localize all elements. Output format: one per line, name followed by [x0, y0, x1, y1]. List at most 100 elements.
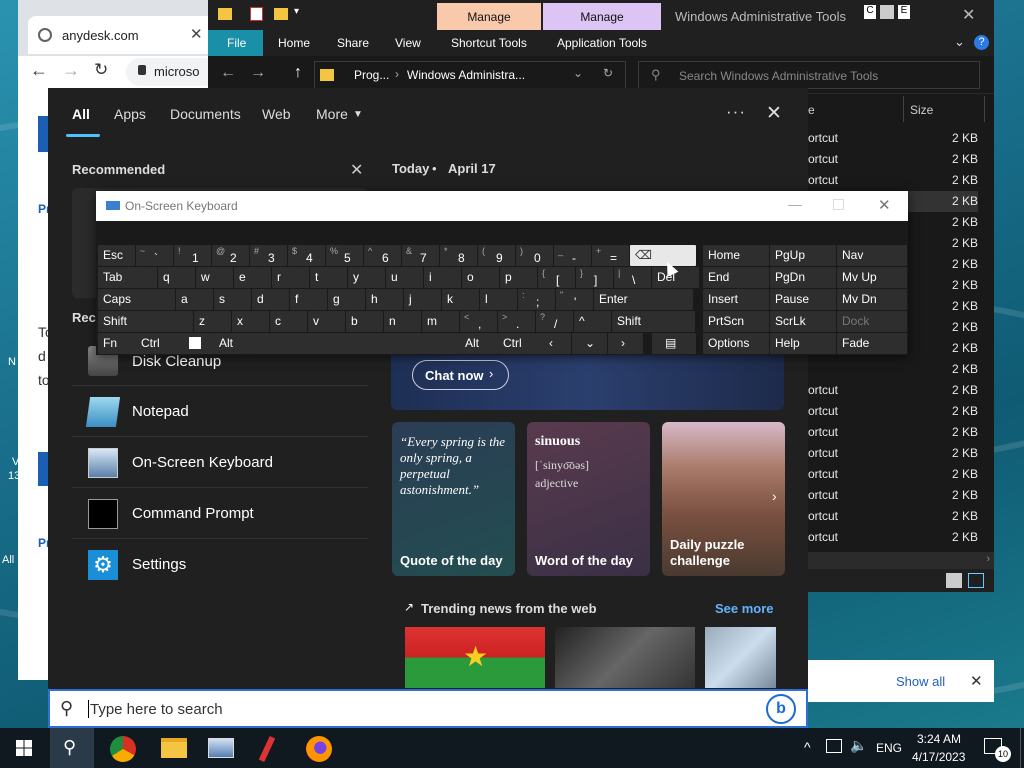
- minimize-button[interactable]: C: [864, 5, 876, 19]
- new-folder-icon[interactable]: [274, 8, 288, 20]
- manage-shortcut-tab[interactable]: Manage: [437, 3, 541, 30]
- osk-key[interactable]: :;: [518, 289, 555, 310]
- windows-key[interactable]: [180, 333, 214, 354]
- search-button[interactable]: ⚲: [50, 728, 94, 768]
- file-explorer-icon[interactable]: [161, 738, 187, 758]
- address-bar[interactable]: Prog... › Windows Administra... ⌄ ↻: [314, 61, 626, 89]
- osk-key[interactable]: b: [346, 311, 383, 332]
- close-icon[interactable]: ✕: [962, 5, 975, 25]
- osk-key[interactable]: l: [480, 289, 517, 310]
- osk-key[interactable]: o: [462, 267, 499, 288]
- osk-key[interactable]: i: [424, 267, 461, 288]
- ribbon-shortcut-tools-tab[interactable]: Shortcut Tools: [451, 36, 527, 50]
- osk-key[interactable]: v: [308, 311, 345, 332]
- forward-icon[interactable]: →: [62, 60, 80, 81]
- daily-puzzle-card[interactable]: › Daily puzzle challenge: [662, 422, 785, 576]
- file-row[interactable]: ortcut 2 KB: [808, 422, 978, 443]
- language-indicator[interactable]: ENG: [876, 741, 902, 755]
- network-icon[interactable]: [826, 739, 842, 753]
- volume-icon[interactable]: 🔈: [850, 737, 867, 754]
- osk-key[interactable]: p: [500, 267, 537, 288]
- bing-icon[interactable]: b: [766, 694, 796, 724]
- osk-key[interactable]: & 7: [402, 245, 439, 266]
- osk-key[interactable]: | \: [614, 267, 651, 288]
- forward-icon[interactable]: →: [250, 64, 266, 82]
- osk-key[interactable]: % 5: [326, 245, 363, 266]
- osk-key[interactable]: Esc: [98, 245, 135, 266]
- maximize-button[interactable]: [833, 199, 844, 210]
- help-icon[interactable]: ?: [974, 35, 989, 50]
- osk-key[interactable]: Enter: [594, 289, 693, 310]
- ctrl-key[interactable]: Ctrl: [498, 333, 536, 354]
- menu-key-key[interactable]: ▤: [652, 333, 696, 354]
- osk-nav-key[interactable]: PgDn: [770, 267, 836, 288]
- osk-key[interactable]: }]: [576, 267, 613, 288]
- firefox-icon[interactable]: [306, 736, 332, 762]
- osk-key[interactable]: ? /: [536, 311, 573, 332]
- space-key[interactable]: [248, 333, 460, 354]
- file-row[interactable]: ortcut 2 KB: [808, 128, 978, 149]
- osk-nav-key[interactable]: Home: [703, 245, 769, 266]
- file-row[interactable]: ortcut 2 KB: [808, 380, 978, 401]
- search-box[interactable]: ⚲ Search Windows Administrative Tools: [638, 61, 980, 89]
- osk-nav-key[interactable]: End: [703, 267, 769, 288]
- chevron-right-icon[interactable]: ›: [772, 488, 777, 504]
- osk-nav-key[interactable]: Mv Up: [837, 267, 907, 288]
- recent-item-settings[interactable]: ⚙ Settings: [72, 540, 368, 590]
- horizontal-scrollbar[interactable]: ›: [806, 552, 994, 569]
- osk-nav-key[interactable]: Pause: [770, 289, 836, 310]
- osk-key[interactable]: y: [348, 267, 385, 288]
- osk-key[interactable]: x: [232, 311, 269, 332]
- osk-key[interactable]: c: [270, 311, 307, 332]
- fade-key[interactable]: Fade: [837, 333, 907, 354]
- news-thumbnail[interactable]: [705, 627, 776, 688]
- restore-button[interactable]: E: [898, 5, 910, 19]
- clock-time[interactable]: 3:24 AM: [917, 732, 961, 746]
- taskbar-search-box[interactable]: ⚲ Type here to search b: [48, 689, 808, 728]
- maximize-button[interactable]: [880, 5, 894, 19]
- ribbon-share-tab[interactable]: Share: [337, 36, 369, 50]
- osk-key[interactable]: + =: [592, 245, 629, 266]
- tab-web[interactable]: Web: [262, 106, 291, 122]
- osk-nav-key[interactable]: Nav: [837, 245, 907, 266]
- osk-key[interactable]: Caps: [98, 289, 175, 310]
- osk-key[interactable]: >.: [498, 311, 535, 332]
- reload-icon[interactable]: ↻: [94, 60, 108, 80]
- file-row[interactable]: ortcut 2 KB: [808, 149, 978, 170]
- osk-key[interactable]: (9: [478, 245, 515, 266]
- file-row[interactable]: ortcut 2 KB: [808, 506, 978, 527]
- ribbon-home-tab[interactable]: Home: [278, 36, 310, 50]
- osk-nav-key[interactable]: Dock: [837, 311, 907, 332]
- osk-key[interactable]: m: [422, 311, 459, 332]
- osk-key[interactable]: t: [310, 267, 347, 288]
- file-row[interactable]: ortcut 2 KB: [808, 527, 978, 548]
- recent-item-on-screen-keyboard[interactable]: On-Screen Keyboard: [72, 438, 368, 488]
- news-thumbnail[interactable]: [555, 627, 695, 688]
- close-icon[interactable]: ✕: [190, 25, 203, 43]
- minimize-button[interactable]: —: [788, 196, 802, 212]
- recent-item-command-prompt[interactable]: Command Prompt: [72, 489, 368, 539]
- address-bar[interactable]: microso: [126, 58, 218, 86]
- close-icon[interactable]: ✕: [970, 672, 983, 690]
- osk-key[interactable]: ) 0: [516, 245, 553, 266]
- help-key[interactable]: Help: [770, 333, 836, 354]
- chevron-down-icon[interactable]: ⌄: [954, 34, 965, 50]
- chrome-icon[interactable]: [110, 736, 136, 762]
- more-options-icon[interactable]: ···: [726, 102, 746, 122]
- tab-documents[interactable]: Documents: [170, 106, 241, 122]
- quick-access-dropdown-icon[interactable]: ▾: [294, 6, 299, 17]
- ctrl-key[interactable]: Ctrl: [136, 333, 184, 354]
- osk-key[interactable]: ! 1: [174, 245, 211, 266]
- osk-nav-key[interactable]: Insert: [703, 289, 769, 310]
- options-key[interactable]: Options: [703, 333, 769, 354]
- osk-key[interactable]: ~ `: [136, 245, 173, 266]
- osk-key[interactable]: #3: [250, 245, 287, 266]
- osk-key[interactable]: $4: [288, 245, 325, 266]
- osk-key[interactable]: n: [384, 311, 421, 332]
- chat-now-button[interactable]: Chat now ›: [412, 360, 509, 390]
- file-row[interactable]: ortcut 2 KB: [808, 485, 978, 506]
- close-icon[interactable]: ✕: [766, 102, 782, 125]
- chevron-left-key[interactable]: ‹: [536, 333, 571, 354]
- back-icon[interactable]: ←: [30, 60, 48, 81]
- osk-key[interactable]: w: [196, 267, 233, 288]
